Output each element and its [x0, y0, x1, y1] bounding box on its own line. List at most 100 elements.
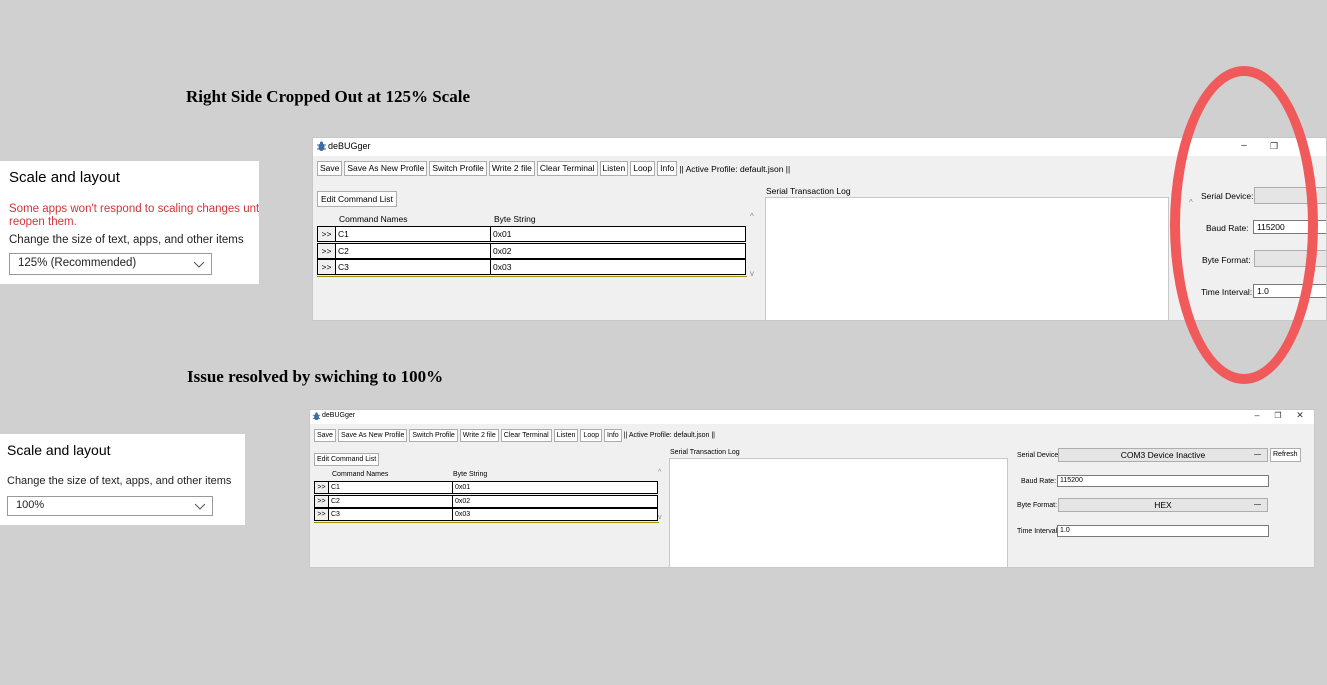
command-table: >> C1 0x01 >> C2 0x02 >> C3 0x03 — [317, 226, 747, 277]
maximize-icon[interactable]: ❐ — [1273, 411, 1283, 420]
byte-string-field[interactable]: 0x02 — [491, 243, 746, 259]
title-bar: deBUGger – ❐ ✕ — [310, 410, 1314, 424]
command-row: >> C3 0x03 — [314, 508, 658, 521]
time-interval-label: Time Interval: — [1201, 287, 1253, 297]
serial-device-label: Serial Device: — [1201, 191, 1254, 201]
baud-rate-input[interactable]: 115200 — [1057, 475, 1269, 487]
command-name-field[interactable]: C1 — [336, 226, 491, 242]
command-name-field[interactable]: C1 — [329, 481, 453, 494]
send-command-button[interactable]: >> — [317, 226, 336, 242]
loop-button[interactable]: Loop — [580, 429, 602, 442]
settings-title: Scale and layout — [7, 442, 111, 458]
scale-dropdown-value: 125% (Recommended) — [18, 257, 137, 269]
title-bar: deBUGger – ❐ ✕ — [313, 138, 1326, 156]
active-profile-label: || Active Profile: default.json || — [623, 432, 716, 439]
scale-settings-panel-100: Scale and layout Change the size of text… — [0, 434, 245, 525]
command-names-header: Command Names — [332, 471, 389, 478]
time-interval-input[interactable]: 1.0 — [1253, 284, 1326, 298]
byte-string-field[interactable]: 0x01 — [453, 481, 658, 494]
toolbar: Save Save As New Profile Switch Profile … — [317, 161, 790, 176]
serial-device-dropdown[interactable]: COM3 Device Inactive — — [1058, 448, 1268, 462]
command-name-field[interactable]: C2 — [329, 495, 453, 508]
scale-size-label: Change the size of text, apps, and other… — [9, 234, 244, 246]
serial-device-value: COM3 Device Inactive — [1120, 450, 1206, 460]
serial-log-textbox[interactable] — [669, 458, 1008, 567]
write-2-file-button[interactable]: Write 2 file — [488, 161, 535, 176]
bottom-heading: Issue resolved by swiching to 100% — [187, 367, 444, 386]
serial-log-label: Serial Transaction Log — [670, 449, 740, 456]
top-heading: Right Side Cropped Out at 125% Scale — [186, 87, 470, 106]
scale-dropdown[interactable]: 100% — [7, 496, 213, 516]
baud-rate-input[interactable]: 115200 — [1253, 220, 1326, 234]
refresh-button[interactable]: Refresh — [1270, 448, 1301, 462]
time-interval-label: Time Interval: — [1017, 528, 1060, 535]
edit-command-list-button[interactable]: Edit Command List — [314, 453, 380, 466]
save-as-new-profile-button[interactable]: Save As New Profile — [337, 429, 408, 442]
command-row: >> C3 0x03 — [317, 259, 746, 275]
scroll-down-icon[interactable]: v — [750, 269, 754, 278]
send-command-button[interactable]: >> — [317, 259, 336, 275]
minimize-icon[interactable]: – — [1239, 140, 1249, 151]
close-icon[interactable]: ✕ — [1295, 410, 1305, 421]
clear-terminal-button[interactable]: Clear Terminal — [500, 429, 552, 442]
active-profile-label: || Active Profile: default.json || — [679, 163, 791, 174]
scale-dropdown[interactable]: 125% (Recommended) — [9, 253, 212, 275]
listen-button[interactable]: Listen — [599, 161, 629, 176]
maximize-icon[interactable]: ❐ — [1268, 141, 1280, 152]
minimize-icon[interactable]: – — [1252, 410, 1262, 420]
byte-format-label: Byte Format: — [1202, 255, 1251, 265]
dropdown-arrow-icon: — — [1254, 501, 1261, 508]
toolbar: Save Save As New Profile Switch Profile … — [314, 429, 715, 442]
send-command-button[interactable]: >> — [314, 495, 329, 508]
scroll-up-icon[interactable]: ^ — [658, 469, 661, 476]
listen-button[interactable]: Listen — [553, 429, 579, 442]
close-icon[interactable]: ✕ — [1298, 140, 1310, 151]
serial-device-label: Serial Device: — [1017, 452, 1061, 459]
command-table: >> C1 0x01 >> C2 0x02 >> C3 0x03 — [314, 481, 659, 523]
byte-format-value: HEX — [1154, 500, 1172, 510]
write-2-file-button[interactable]: Write 2 file — [459, 429, 499, 442]
scale-size-label: Change the size of text, apps, and other… — [7, 475, 232, 487]
clear-terminal-button[interactable]: Clear Terminal — [536, 161, 598, 176]
serial-log-label: Serial Transaction Log — [766, 186, 851, 196]
byte-format-dropdown[interactable]: HEX — — [1058, 498, 1268, 512]
edit-command-list-button[interactable]: Edit Command List — [317, 191, 397, 207]
chevron-down-icon — [193, 255, 205, 276]
serial-log-textbox[interactable] — [765, 197, 1169, 320]
byte-string-field[interactable]: 0x01 — [491, 226, 746, 242]
info-button[interactable]: Info — [604, 429, 622, 442]
time-interval-input[interactable]: 1.0 — [1057, 525, 1269, 537]
send-command-button[interactable]: >> — [314, 481, 329, 494]
save-as-new-profile-button[interactable]: Save As New Profile — [344, 161, 428, 176]
byte-string-field[interactable]: 0x03 — [491, 259, 746, 275]
dropdown-arrow-icon: — — [1254, 451, 1261, 458]
save-button[interactable]: Save — [314, 429, 336, 442]
loop-button[interactable]: Loop — [630, 161, 656, 176]
command-row: >> C2 0x02 — [314, 495, 658, 508]
switch-profile-button[interactable]: Switch Profile — [429, 161, 487, 176]
scroll-up-icon[interactable]: ^ — [1189, 198, 1193, 207]
send-command-button[interactable]: >> — [317, 243, 336, 259]
scaling-warning-line1: Some apps won't respond to scaling chang… — [9, 203, 259, 215]
byte-string-field[interactable]: 0x03 — [453, 508, 658, 521]
byte-string-header: Byte String — [453, 471, 488, 478]
scale-settings-panel-125: Scale and layout Some apps won't respond… — [0, 161, 259, 284]
save-button[interactable]: Save — [317, 161, 343, 176]
command-row: >> C1 0x01 — [314, 481, 658, 494]
scale-dropdown-value: 100% — [16, 499, 45, 511]
command-row: >> C2 0x02 — [317, 243, 746, 259]
bug-app-icon — [312, 412, 321, 423]
info-button[interactable]: Info — [657, 161, 678, 176]
command-name-field[interactable]: C3 — [336, 259, 491, 275]
serial-device-dropdown[interactable] — [1254, 187, 1326, 204]
byte-format-dropdown[interactable] — [1254, 250, 1326, 267]
switch-profile-button[interactable]: Switch Profile — [409, 429, 458, 442]
send-command-button[interactable]: >> — [314, 508, 329, 521]
command-name-field[interactable]: C3 — [329, 508, 453, 521]
debugger-window-100: deBUGger – ❐ ✕ Save Save As New Profile … — [309, 409, 1315, 568]
scroll-down-icon[interactable]: v — [658, 514, 662, 521]
byte-string-field[interactable]: 0x02 — [453, 495, 658, 508]
command-name-field[interactable]: C2 — [336, 243, 491, 259]
scroll-up-icon[interactable]: ^ — [750, 212, 754, 221]
window-title: deBUGger — [328, 141, 371, 151]
